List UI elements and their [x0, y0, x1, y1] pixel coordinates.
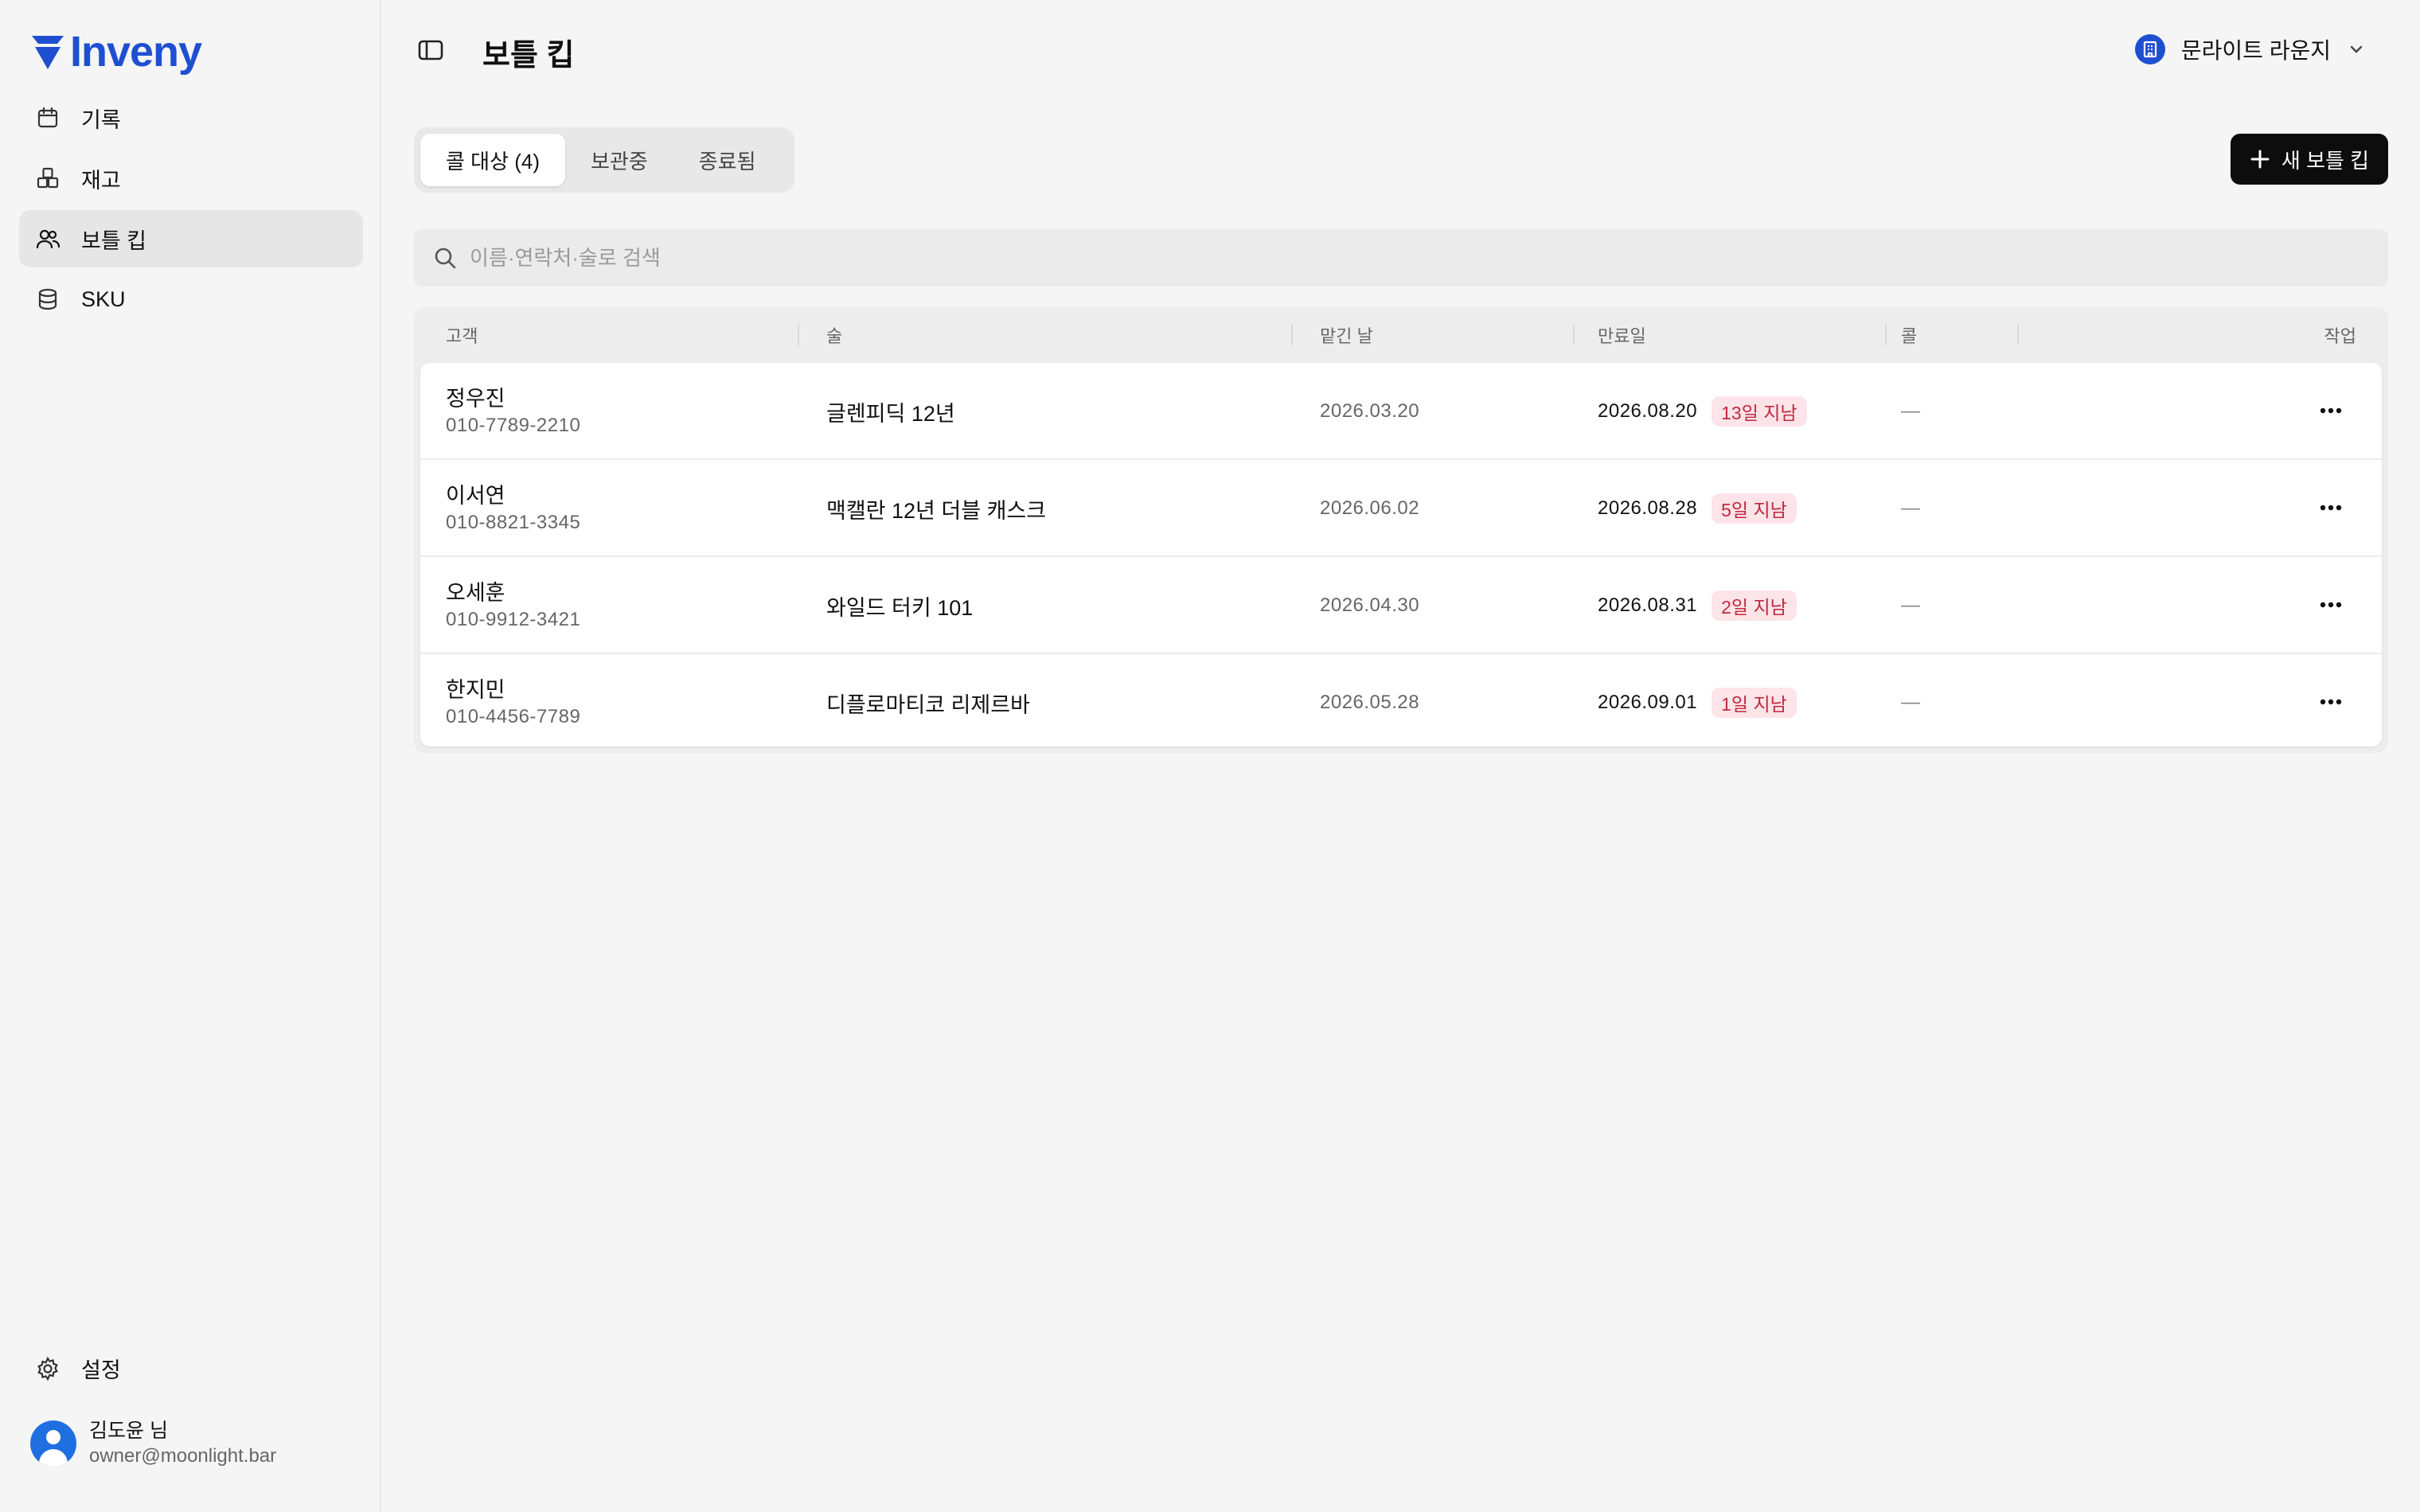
call-status: — — [1901, 594, 1920, 616]
more-horizontal-icon — [2320, 505, 2342, 511]
customer-phone: 010-4456-7789 — [446, 706, 581, 727]
sidebar-item-records[interactable]: 기록 — [19, 89, 363, 146]
settings-label: 설정 — [81, 1358, 121, 1382]
header: 보틀 킵 문라이트 라운지 — [382, 0, 2420, 103]
liquor-name: 디플로마티코 리제르바 — [826, 692, 1030, 717]
customer-name: 한지민 — [446, 678, 505, 702]
building-icon — [2134, 34, 2165, 64]
bottle-keep-table: 고객 술 맡긴 날 만료일 콜 작업 정우진 010-7789-2210 글렌피… — [414, 307, 2388, 753]
brand-name: Inveny — [70, 28, 202, 76]
more-options-button[interactable] — [2313, 686, 2348, 718]
tab-in-storage[interactable]: 보관중 — [565, 134, 673, 186]
main-content: 보틀 킵 문라이트 라운지 콜 대상 (4) 보관중 종료됨 새 보틀 킵 이름… — [382, 0, 2420, 1512]
more-options-button[interactable] — [2313, 395, 2348, 427]
chevron-down-icon — [2350, 45, 2363, 53]
overdue-badge: 5일 지남 — [1712, 493, 1797, 524]
call-status: — — [1901, 497, 1920, 519]
column-header-liquor: 술 — [826, 326, 843, 346]
expiry-date: 2026.08.28 — [1598, 497, 1698, 519]
expiry-date: 2026.08.31 — [1598, 594, 1698, 616]
deposit-date: 2026.04.30 — [1320, 594, 1420, 616]
liquor-name: 와일드 터키 101 — [826, 595, 974, 620]
deposit-date: 2026.05.28 — [1320, 692, 1420, 713]
gear-icon — [37, 1356, 58, 1381]
sidebar-item-label: SKU — [81, 286, 126, 311]
column-header-deposit-date: 맡긴 날 — [1320, 326, 1373, 346]
search-bar — [414, 229, 2388, 286]
liquor-name: 맥캘란 12년 더블 캐스크 — [826, 498, 1047, 523]
new-bottle-keep-label: 새 보틀 킵 — [2281, 148, 2370, 173]
users-icon — [36, 229, 60, 249]
table-row[interactable]: 한지민 010-4456-7789 디플로마티코 리제르바 2026.05.28… — [420, 654, 2382, 746]
more-horizontal-icon — [2320, 407, 2342, 414]
customer-name: 오세훈 — [446, 581, 505, 605]
boxes-icon — [37, 167, 59, 189]
filter-tabs: 콜 대상 (4) 보관중 종료됨 — [414, 127, 794, 193]
workspace-name: 문라이트 라운지 — [2180, 38, 2331, 63]
deposit-date: 2026.03.20 — [1320, 400, 1420, 422]
column-header-expiry-date: 만료일 — [1598, 326, 1646, 346]
sidebar-item-settings[interactable]: 설정 — [35, 1353, 121, 1384]
inveny-logo-icon — [32, 36, 64, 69]
sidebar-item-label: 기록 — [81, 107, 121, 132]
customer-phone: 010-9912-3421 — [446, 609, 581, 630]
sidebar-toggle-icon[interactable] — [417, 38, 444, 62]
customer-phone: 010-8821-3345 — [446, 512, 581, 533]
table-row[interactable]: 정우진 010-7789-2210 글렌피딕 12년 2026.03.20 20… — [420, 363, 2382, 460]
liquor-name: 글렌피딕 12년 — [826, 401, 955, 426]
calendar-icon — [37, 107, 58, 128]
user-profile[interactable]: 김도윤 님 owner@moonlight.bar — [30, 1418, 276, 1469]
more-horizontal-icon — [2320, 602, 2342, 608]
page-title: 보틀 킵 — [482, 39, 575, 72]
search-icon — [435, 247, 456, 269]
sidebar-item-label: 재고 — [81, 168, 121, 193]
sidebar-item-label: 보틀 킵 — [81, 228, 147, 253]
more-horizontal-icon — [2320, 699, 2342, 705]
column-header-actions: 작업 — [2324, 326, 2356, 346]
customer-phone: 010-7789-2210 — [446, 415, 581, 436]
new-bottle-keep-button[interactable]: 새 보틀 킵 — [2231, 134, 2388, 185]
database-icon — [38, 288, 57, 310]
table-body: 정우진 010-7789-2210 글렌피딕 12년 2026.03.20 20… — [420, 363, 2382, 746]
customer-name: 정우진 — [446, 387, 505, 411]
user-info: 김도윤 님 owner@moonlight.bar — [89, 1418, 276, 1469]
sidebar-item-bottle-keep[interactable]: 보틀 킵 — [19, 210, 363, 267]
search-input[interactable] — [470, 245, 2301, 271]
tab-call-targets[interactable]: 콜 대상 (4) — [420, 134, 565, 186]
plus-icon — [2250, 150, 2270, 169]
sidebar-nav: 기록 재고 보틀 킵 SKU — [19, 89, 363, 331]
overdue-badge: 1일 지남 — [1712, 688, 1797, 718]
tab-ended[interactable]: 종료됨 — [673, 134, 782, 186]
more-options-button[interactable] — [2313, 589, 2348, 621]
call-status: — — [1901, 692, 1920, 713]
column-header-customer: 고객 — [446, 326, 478, 346]
customer-name: 이서연 — [446, 484, 505, 508]
deposit-date: 2026.06.02 — [1320, 497, 1420, 519]
brand-logo[interactable]: Inveny — [30, 27, 202, 76]
column-header-call: 콜 — [1901, 326, 1918, 346]
overdue-badge: 13일 지남 — [1712, 396, 1807, 427]
user-email: owner@moonlight.bar — [89, 1445, 277, 1467]
table-row[interactable]: 오세훈 010-9912-3421 와일드 터키 101 2026.04.30 … — [420, 557, 2382, 654]
table-header: 고객 술 맡긴 날 만료일 콜 작업 — [414, 307, 2388, 363]
table-row[interactable]: 이서연 010-8821-3345 맥캘란 12년 더블 캐스크 2026.06… — [420, 460, 2382, 557]
call-status: — — [1901, 400, 1920, 422]
overdue-badge: 2일 지남 — [1712, 590, 1797, 621]
sidebar-item-sku[interactable]: SKU — [19, 271, 363, 328]
sidebar-item-inventory[interactable]: 재고 — [19, 150, 363, 207]
sidebar: Inveny 기록 재고 보틀 킵 SKU 설정 김도윤 님 owner@moo… — [0, 0, 381, 1512]
more-options-button[interactable] — [2313, 492, 2348, 524]
expiry-date: 2026.09.01 — [1598, 692, 1698, 713]
expiry-date: 2026.08.20 — [1598, 400, 1698, 422]
avatar — [30, 1420, 76, 1467]
user-name: 김도윤 님 — [89, 1420, 168, 1442]
workspace-switcher[interactable]: 문라이트 라운지 — [2134, 33, 2364, 65]
